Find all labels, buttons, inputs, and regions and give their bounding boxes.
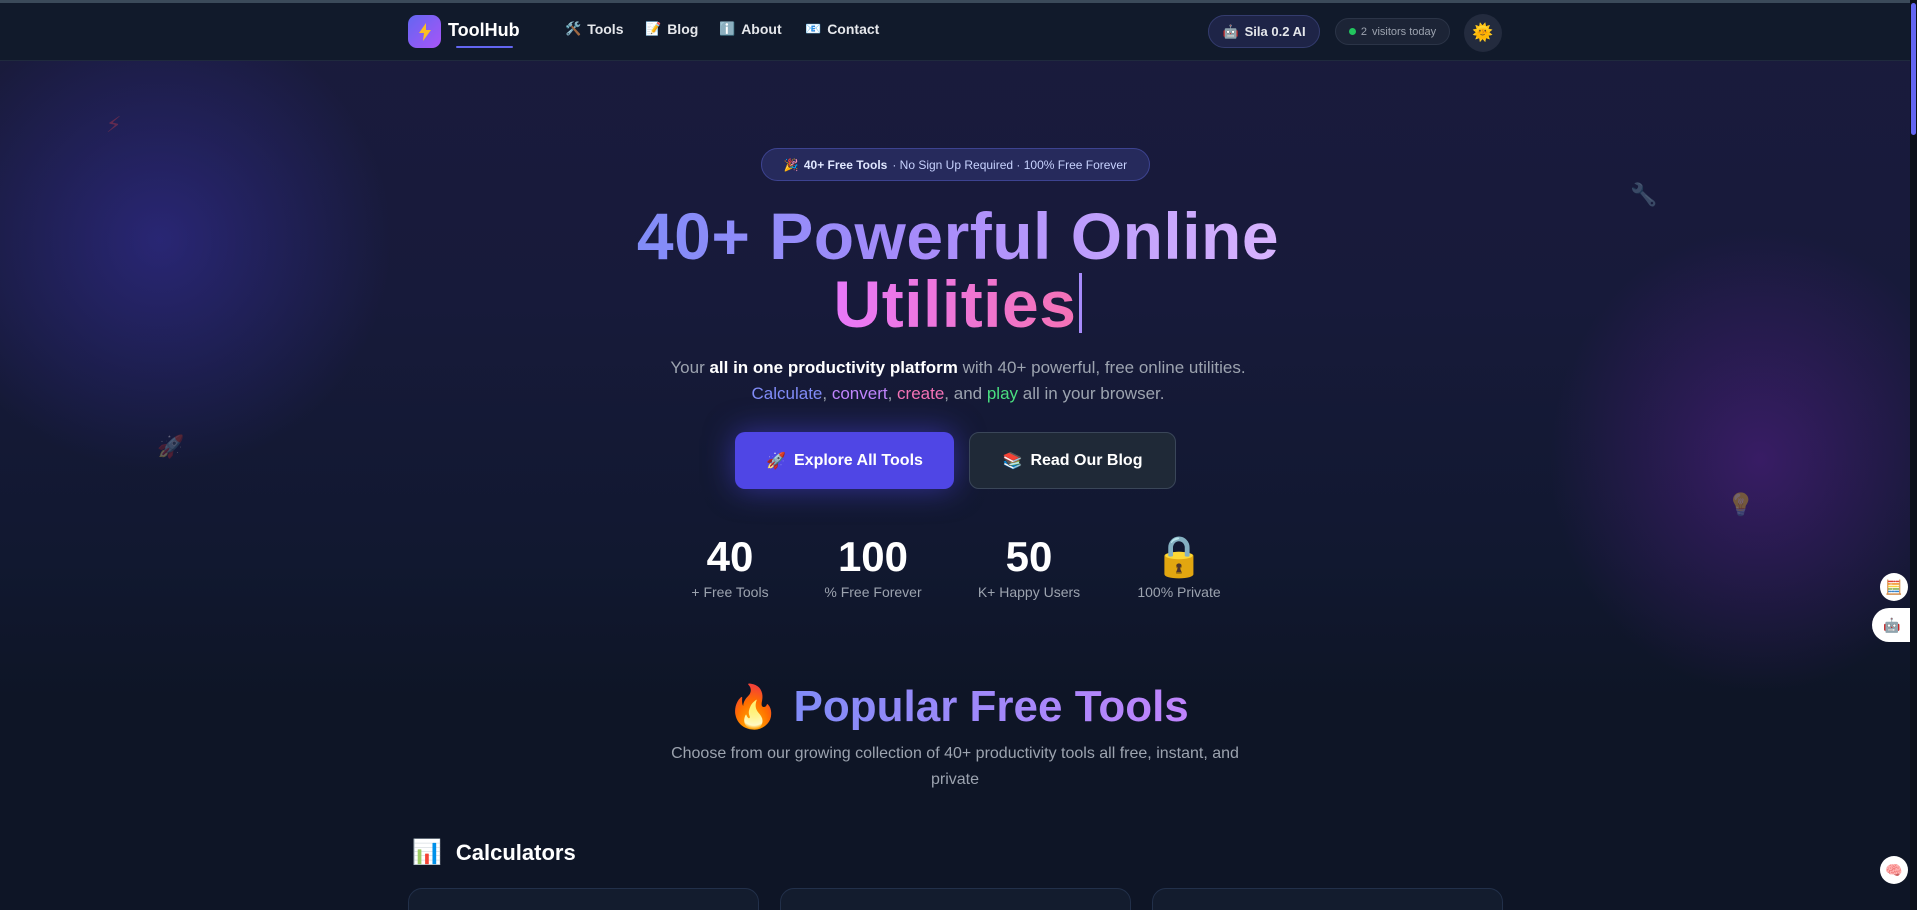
category-title: Calculators bbox=[455, 839, 576, 865]
hero-sub-bold: all in one productivity platform bbox=[709, 358, 958, 377]
stat-free-tools: 40 + Free Tools bbox=[680, 533, 780, 601]
hero-sub-text: Your bbox=[670, 358, 710, 377]
ai-assistant-label: Sila 0.2 AI bbox=[1244, 24, 1306, 39]
word-create: create bbox=[897, 384, 945, 403]
stat-label: K+ Happy Users bbox=[977, 584, 1081, 600]
visitor-count: 2 bbox=[1360, 25, 1367, 38]
stat-label: 100% Private bbox=[1137, 584, 1221, 600]
party-icon: 🎉 bbox=[783, 157, 799, 172]
word-convert: convert bbox=[831, 384, 888, 403]
visitor-label: visitors today bbox=[1371, 25, 1437, 38]
hero-sub-text: , and bbox=[944, 384, 987, 403]
tool-card[interactable] bbox=[780, 888, 1131, 910]
explore-tools-button[interactable]: 🚀 Explore All Tools bbox=[735, 432, 954, 489]
stat-value: 100 bbox=[837, 533, 909, 580]
tool-card[interactable] bbox=[408, 888, 759, 910]
info-icon: ℹ️ bbox=[719, 21, 736, 36]
books-icon: 📚 bbox=[1002, 452, 1023, 470]
nav-link-blog[interactable]: 📝 Blog bbox=[645, 21, 698, 37]
sun-icon: 🌞 bbox=[1472, 23, 1494, 42]
hero-badge-highlight: 40+ Free Tools bbox=[803, 157, 888, 172]
read-blog-label: Read Our Blog bbox=[1030, 451, 1143, 469]
online-dot-icon bbox=[1348, 28, 1356, 35]
lightning-decor-icon: ⚡ bbox=[106, 112, 122, 137]
hero-sub-text: , bbox=[887, 384, 898, 403]
tool-card[interactable] bbox=[1152, 888, 1503, 910]
chatbot-widget-button[interactable]: 🤖 bbox=[1872, 608, 1912, 642]
bar-chart-icon: 📊 bbox=[412, 839, 442, 866]
stat-happy-users: 50 K+ Happy Users bbox=[969, 533, 1089, 601]
nav-link-tools[interactable]: 🛠️ Tools bbox=[565, 21, 623, 37]
category-header: 📊 Calculators bbox=[412, 838, 576, 867]
rocket-icon: 🚀 bbox=[766, 452, 786, 470]
word-calculate: Calculate bbox=[751, 384, 823, 403]
stat-label: + Free Tools bbox=[691, 584, 769, 600]
email-icon: 📧 bbox=[805, 21, 822, 36]
brain-icon: 🧠 bbox=[1885, 861, 1903, 878]
memo-icon: 📝 bbox=[645, 21, 662, 36]
nav-link-contact[interactable]: 📧 Contact bbox=[805, 21, 879, 37]
read-blog-button[interactable]: 📚 Read Our Blog bbox=[969, 432, 1176, 489]
popular-tools-subtitle: Choose from our growing collection of 40… bbox=[671, 745, 1239, 788]
explore-tools-label: Explore All Tools bbox=[794, 451, 923, 469]
fire-icon: 🔥 bbox=[727, 683, 780, 730]
hero-sub-text: , bbox=[822, 384, 832, 403]
theme-toggle-button[interactable]: 🌞 bbox=[1464, 14, 1502, 52]
hero-title-line1: 40+ Powerful Online bbox=[636, 199, 1280, 273]
lock-icon: 🔒 bbox=[1154, 535, 1204, 579]
page: ⚡ 🔧 🚀 💡 ToolHub 🛠️ Tools 📝 Blog ℹ️ About… bbox=[0, 0, 1917, 910]
top-navbar: ToolHub 🛠️ Tools 📝 Blog ℹ️ About 📧 Conta… bbox=[0, 3, 1910, 61]
logo-icon[interactable] bbox=[408, 15, 441, 48]
hero-badge: 🎉 40+ Free Tools · No Sign Up Required ·… bbox=[761, 148, 1150, 181]
brain-widget-button[interactable]: 🧠 bbox=[1880, 856, 1908, 884]
bolt-icon bbox=[418, 22, 431, 41]
nav-link-label: Tools bbox=[587, 21, 624, 37]
popular-tools-heading: Popular Free Tools bbox=[793, 682, 1189, 731]
scrollbar-track[interactable] bbox=[1910, 0, 1917, 910]
hero-title: 40+ Powerful Online Utilities bbox=[558, 202, 1358, 338]
lightbulb-decor-icon: 💡 bbox=[1727, 492, 1755, 517]
nav-link-label: Contact bbox=[827, 21, 880, 37]
active-indicator bbox=[456, 46, 513, 48]
rocket-decor-icon: 🚀 bbox=[157, 434, 185, 459]
hero-sub-text: all in your browser. bbox=[1018, 384, 1165, 403]
stat-value: 40 bbox=[706, 533, 754, 580]
scrollbar-thumb[interactable] bbox=[1911, 3, 1916, 135]
calculator-widget-button[interactable]: 🧮 bbox=[1880, 573, 1908, 601]
hero-title-line2: Utilities bbox=[833, 267, 1077, 341]
stat-private: 🔒 100% Private bbox=[1129, 534, 1229, 600]
stat-free-forever: 100 % Free Forever bbox=[813, 533, 933, 601]
hero-badge-text: · No Sign Up Required · 100% Free Foreve… bbox=[892, 157, 1128, 172]
hero-sub-text: with 40+ powerful, free online utilities… bbox=[957, 358, 1246, 377]
stat-value: 50 bbox=[1005, 533, 1053, 580]
typing-cursor bbox=[1079, 273, 1083, 333]
wrench-decor-icon: 🔧 bbox=[1630, 182, 1658, 207]
hero-subtitle: Your all in one productivity platform wi… bbox=[558, 355, 1358, 407]
nav-link-label: About bbox=[741, 21, 782, 37]
logo-text[interactable]: ToolHub bbox=[448, 20, 520, 41]
popular-tools-title: 🔥 Popular Free Tools bbox=[558, 682, 1358, 732]
nav-link-label: Blog bbox=[667, 21, 699, 37]
visitor-counter: 2 visitors today bbox=[1335, 18, 1450, 45]
word-play: play bbox=[986, 384, 1019, 403]
chatbot-icon: 🤖 bbox=[1883, 616, 1901, 633]
stat-label: % Free Forever bbox=[824, 584, 922, 600]
calculator-icon: 🧮 bbox=[1885, 578, 1903, 595]
tools-icon: 🛠️ bbox=[565, 21, 582, 36]
robot-icon: 🤖 bbox=[1222, 23, 1239, 39]
ai-assistant-button[interactable]: 🤖 Sila 0.2 AI bbox=[1208, 15, 1320, 48]
nav-link-about[interactable]: ℹ️ About bbox=[719, 21, 782, 37]
